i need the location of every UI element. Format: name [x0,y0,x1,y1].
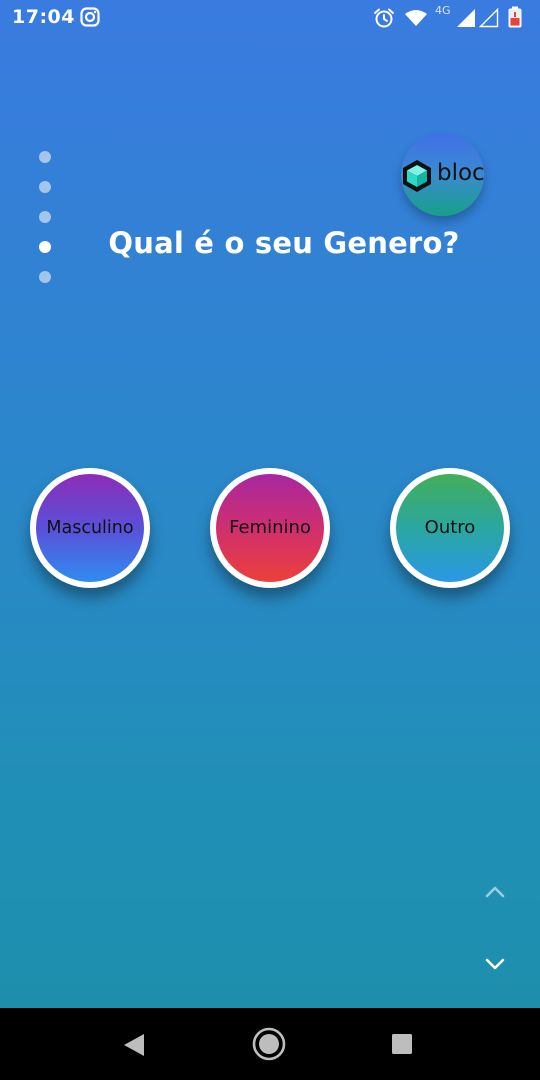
battery-low-icon [508,6,522,32]
recents-square-icon[interactable] [391,1033,413,1059]
signal-empty-icon [478,7,499,32]
home-circle-icon[interactable] [252,1027,286,1065]
option-label: Outro [424,517,476,538]
signal-icon [456,8,476,32]
onboarding-screen: 17:04 4G bloc Qual é o seu Genero? Mascu… [0,0,540,1080]
page-dot[interactable] [39,271,51,283]
page-dot[interactable] [39,151,51,163]
logo-text: bloc [437,160,485,186]
chevron-up-icon[interactable] [484,884,506,904]
question-title: Qual é o seu Genero? [108,226,460,260]
back-triangle-icon[interactable] [122,1032,146,1062]
page-dot[interactable] [39,181,51,193]
option-masculino-button[interactable]: Masculino [30,468,150,588]
alarm-icon [373,7,395,33]
status-time: 17:04 [12,6,75,28]
system-nav-bar [0,1008,540,1080]
option-label: Feminino [229,517,311,538]
chevron-down-icon[interactable] [484,956,506,976]
option-label: Masculino [46,518,134,538]
option-feminino-button[interactable]: Feminino [210,468,330,588]
wifi-icon [404,9,428,31]
network-type-label: 4G [435,4,451,17]
instagram-icon [80,7,100,31]
option-outro-button[interactable]: Outro [390,468,510,588]
page-dot[interactable] [39,211,51,223]
cube-icon [400,158,434,198]
status-bar: 17:04 4G [0,0,540,36]
